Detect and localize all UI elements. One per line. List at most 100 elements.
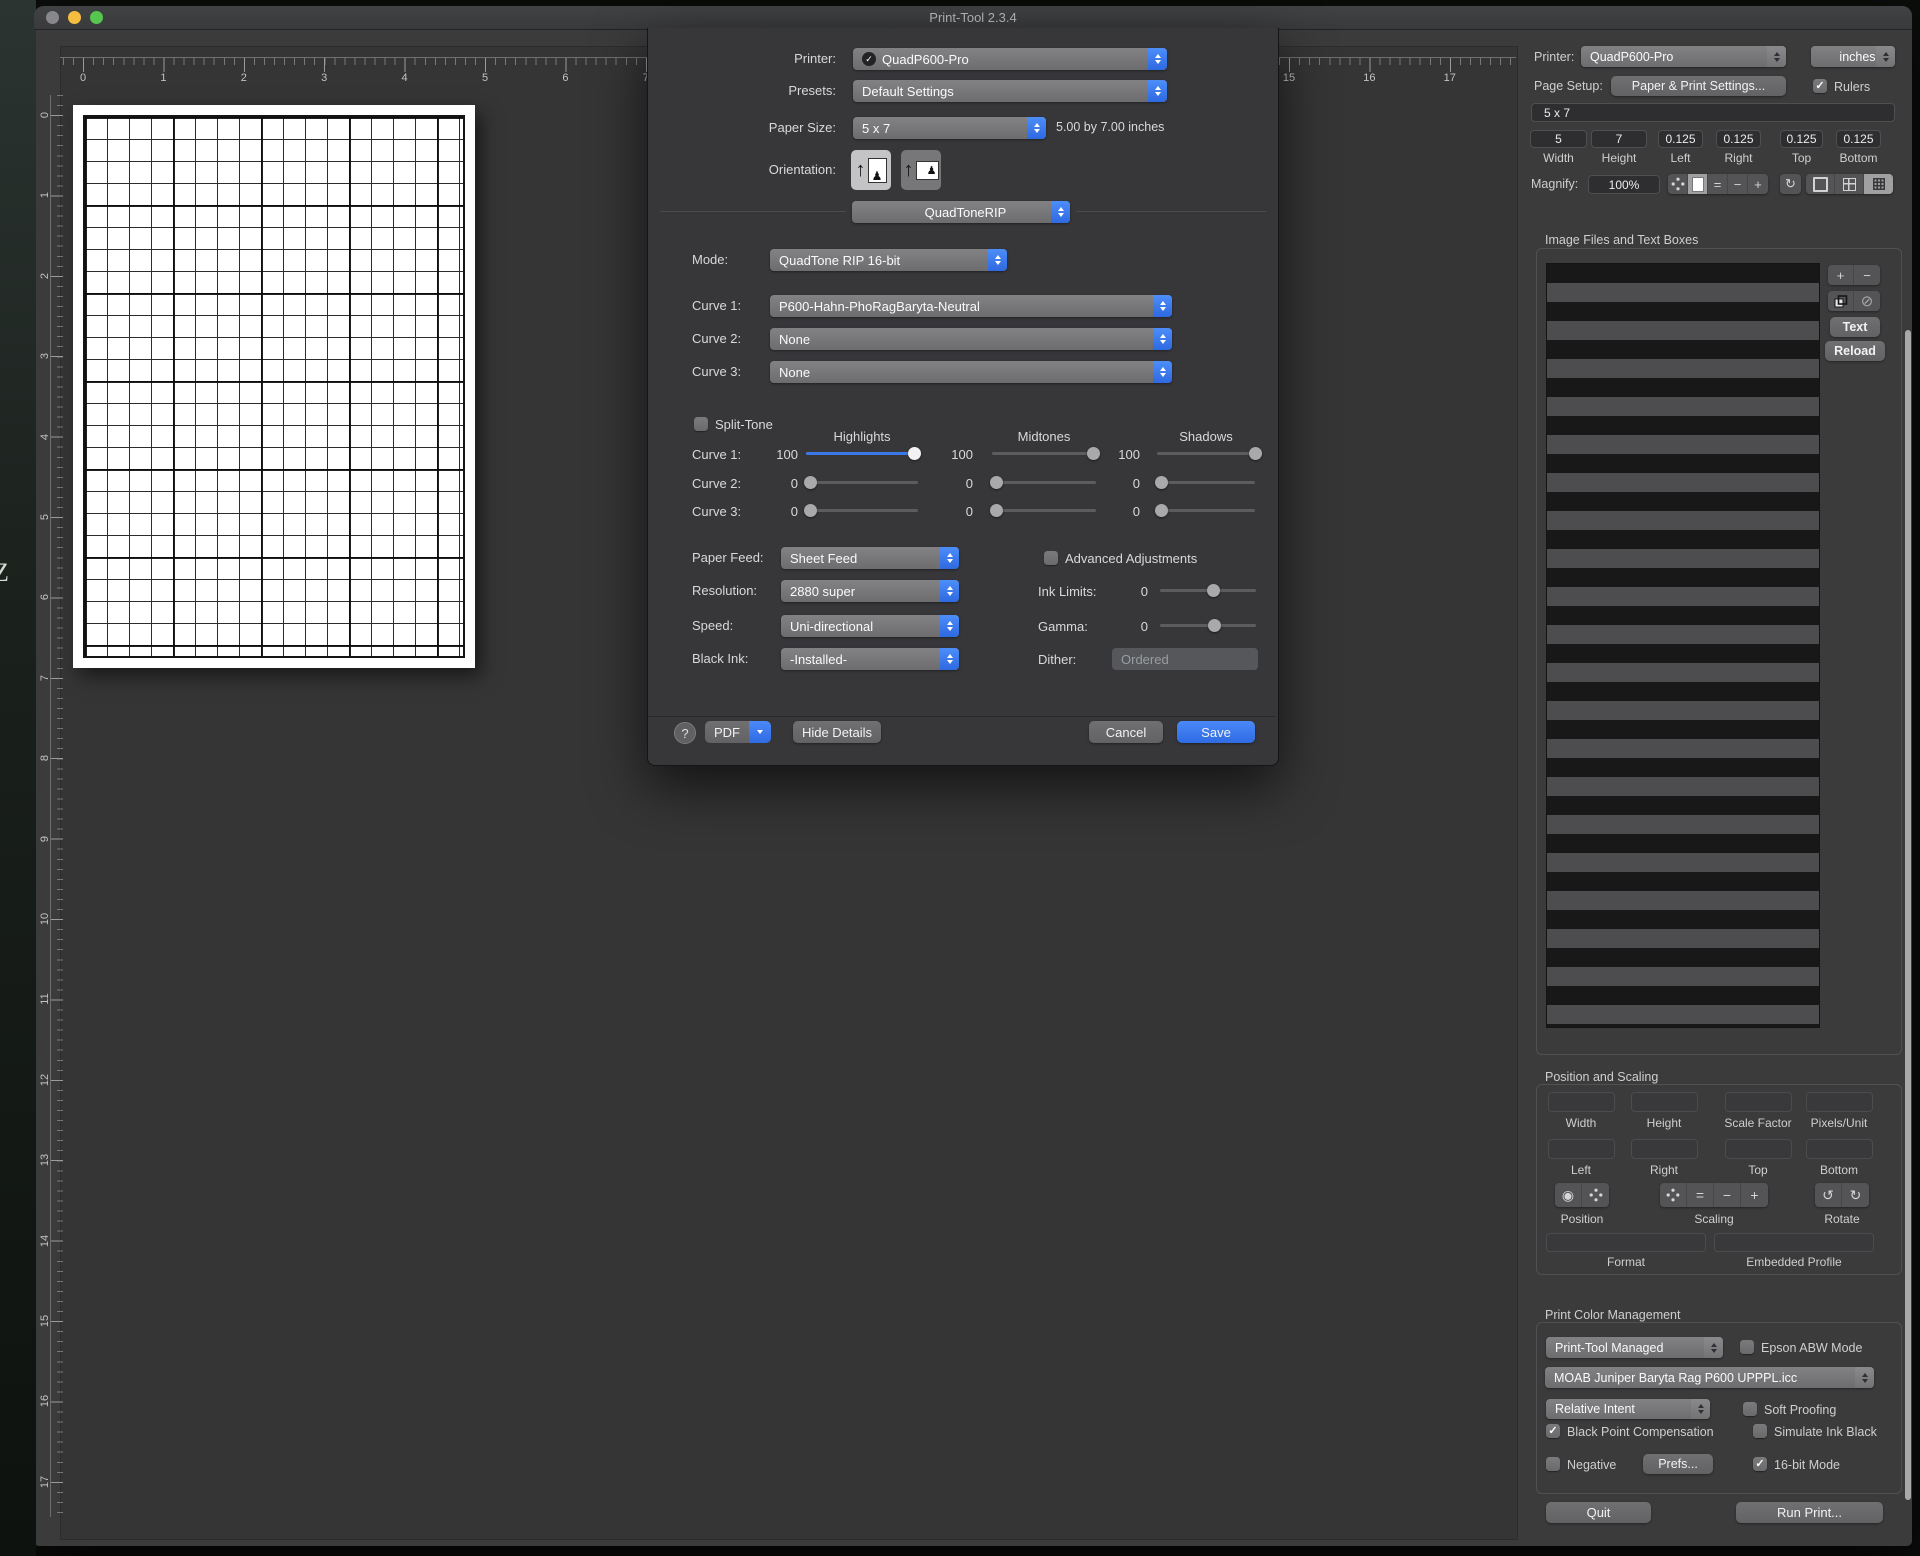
curve1-shadows-slider[interactable] — [1157, 452, 1255, 455]
actual-size-icon[interactable]: = — [1708, 174, 1728, 194]
scale-down-icon[interactable]: − — [1714, 1183, 1741, 1207]
refresh-preview-icon[interactable]: ↻ — [1780, 174, 1801, 194]
curve2-select[interactable]: None — [770, 328, 1172, 350]
duplicate-item-icon[interactable] — [1828, 291, 1854, 311]
margin-bottom-field[interactable]: 0.125 — [1836, 130, 1881, 148]
bit16-mode-checkbox[interactable]: ✓ — [1753, 1457, 1767, 1471]
print-preview-page[interactable] — [73, 105, 475, 668]
curve2-shadows-slider[interactable] — [1157, 481, 1255, 484]
image-files-list[interactable] — [1546, 263, 1820, 1028]
negative-checkbox[interactable] — [1546, 1457, 1560, 1471]
scale-nudge-icon[interactable] — [1660, 1183, 1687, 1207]
simulate-ink-black-checkbox[interactable] — [1753, 1424, 1767, 1438]
pdf-menu-button[interactable]: PDF — [705, 721, 749, 743]
remove-item-button[interactable]: − — [1854, 265, 1880, 285]
dither-field[interactable]: Ordered — [1112, 648, 1258, 670]
margin-left-field[interactable]: 0.125 — [1658, 130, 1703, 148]
mode-select[interactable]: QuadTone RIP 16-bit — [770, 249, 1007, 271]
run-print-button[interactable]: Run Print... — [1736, 1502, 1883, 1523]
panel-section-select[interactable]: QuadToneRIP — [852, 201, 1070, 223]
ruler-number: 16 — [39, 1392, 51, 1410]
scale-up-icon[interactable]: + — [1741, 1183, 1768, 1207]
item-width-field[interactable] — [1548, 1092, 1615, 1112]
curve1-select[interactable]: P600-Hahn-PhoRagBaryta-Neutral — [770, 295, 1172, 317]
ruler-number: 2 — [235, 72, 253, 84]
presets-select[interactable]: Default Settings — [853, 80, 1167, 102]
curve1-midtones-slider[interactable] — [992, 452, 1096, 455]
quit-button[interactable]: Quit — [1546, 1502, 1651, 1523]
units-select[interactable]: inches — [1811, 46, 1895, 67]
ink-limits-slider[interactable] — [1160, 589, 1256, 592]
black-ink-select[interactable]: -Installed- — [781, 648, 959, 670]
curve3-highlights-value: 0 — [752, 504, 798, 519]
item-top-field[interactable] — [1725, 1139, 1792, 1159]
nudge-position-icon[interactable] — [1582, 1183, 1609, 1207]
quad-grid-view-icon[interactable] — [1835, 174, 1864, 194]
icc-profile-select[interactable]: MOAB Juniper Baryta Rag P600 UPPPL.icc — [1545, 1367, 1874, 1388]
soft-proofing-checkbox[interactable] — [1743, 1402, 1757, 1416]
curve3-shadows-slider[interactable] — [1157, 509, 1255, 512]
curve2-midtones-slider[interactable] — [992, 481, 1096, 484]
text-button[interactable]: Text — [1830, 317, 1880, 337]
page-height-field[interactable]: 7 — [1591, 130, 1647, 148]
pixels-per-unit-field[interactable] — [1806, 1092, 1873, 1112]
rotate-cw-icon[interactable]: ↻ — [1842, 1183, 1869, 1207]
curve3-select[interactable]: None — [770, 361, 1172, 383]
black-point-compensation-checkbox[interactable]: ✓ — [1546, 1424, 1560, 1438]
add-item-button[interactable]: + — [1828, 265, 1854, 285]
zoom-in-icon[interactable]: + — [1748, 174, 1768, 194]
page-setup-button[interactable]: Paper & Print Settings... — [1611, 76, 1786, 96]
save-button[interactable]: Save — [1177, 721, 1255, 743]
pan-move-icon[interactable] — [1668, 174, 1688, 194]
scale-fit-icon[interactable]: = — [1687, 1183, 1714, 1207]
rulers-checkbox[interactable]: ✓ — [1813, 79, 1827, 93]
scaling-buttons-group: = − + — [1660, 1183, 1768, 1207]
help-button[interactable]: ? — [674, 722, 696, 744]
single-page-view-icon[interactable] — [1806, 174, 1835, 194]
window-scrollbar[interactable] — [1905, 330, 1911, 1500]
magnify-value-field[interactable]: 100% — [1588, 175, 1660, 194]
orientation-landscape-button[interactable]: ↑ ♟ — [901, 150, 941, 190]
item-right-field[interactable] — [1631, 1139, 1698, 1159]
pdf-menu-chevron[interactable] — [749, 721, 771, 743]
fine-grid-view-icon[interactable] — [1864, 174, 1893, 194]
advanced-adjustments-checkbox[interactable] — [1044, 551, 1058, 565]
curve3-midtones-slider[interactable] — [992, 509, 1096, 512]
speed-select[interactable]: Uni-directional — [781, 615, 959, 637]
duplicate-disable-group: ⊘ — [1828, 291, 1880, 311]
orientation-portrait-button[interactable]: ↑ ♟ — [851, 150, 891, 190]
ruler-number: 9 — [39, 830, 51, 848]
page-width-field[interactable]: 5 — [1530, 130, 1587, 148]
reload-button[interactable]: Reload — [1825, 341, 1885, 361]
curve3-highlights-slider[interactable] — [806, 509, 918, 512]
scale-factor-field[interactable] — [1725, 1092, 1792, 1112]
item-left-field[interactable] — [1548, 1139, 1615, 1159]
gamma-slider[interactable] — [1160, 624, 1256, 627]
rendering-intent-select[interactable]: Relative Intent — [1546, 1399, 1710, 1419]
color-managed-select[interactable]: Print-Tool Managed — [1546, 1337, 1723, 1358]
paper-feed-select[interactable]: Sheet Feed — [781, 547, 959, 569]
paper-size-select[interactable]: 5 x 7 — [853, 117, 1046, 139]
disable-item-icon[interactable]: ⊘ — [1854, 291, 1880, 311]
item-bottom-field[interactable] — [1806, 1139, 1873, 1159]
cancel-button[interactable]: Cancel — [1089, 721, 1163, 743]
margin-right-field[interactable]: 0.125 — [1716, 130, 1761, 148]
ruler-number: 0 — [39, 106, 51, 124]
sidebar-printer-select[interactable]: QuadP600-Pro — [1581, 46, 1786, 67]
chevron-updown-icon — [1148, 80, 1167, 102]
epson-abw-checkbox[interactable] — [1740, 1340, 1754, 1354]
prefs-button[interactable]: Prefs... — [1643, 1454, 1713, 1474]
hide-details-button[interactable]: Hide Details — [793, 721, 881, 743]
paper-name-field[interactable]: 5 x 7 — [1531, 103, 1895, 122]
printer-select[interactable]: ✓ QuadP600-Pro — [853, 48, 1167, 70]
margin-top-field[interactable]: 0.125 — [1780, 130, 1823, 148]
zoom-out-icon[interactable]: − — [1728, 174, 1748, 194]
center-position-icon[interactable]: ◉ — [1555, 1183, 1582, 1207]
item-height-field[interactable] — [1631, 1092, 1698, 1112]
curve2-highlights-slider[interactable] — [806, 481, 918, 484]
curve1-highlights-slider[interactable] — [806, 452, 918, 455]
resolution-select[interactable]: 2880 super — [781, 580, 959, 602]
split-tone-checkbox[interactable] — [694, 417, 708, 431]
rotate-ccw-icon[interactable]: ↺ — [1815, 1183, 1842, 1207]
fit-page-icon[interactable] — [1688, 174, 1708, 194]
